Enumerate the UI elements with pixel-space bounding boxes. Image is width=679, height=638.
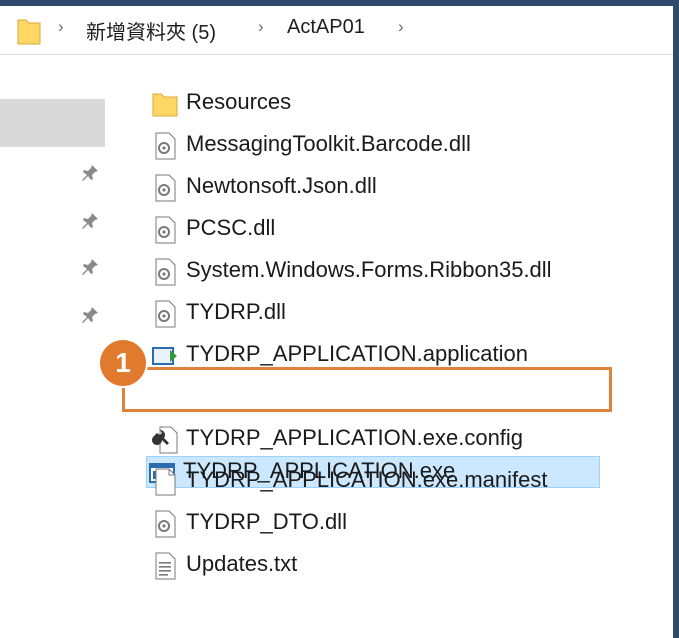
list-item[interactable]: TYDRP_DTO.dll xyxy=(150,504,608,542)
chevron-right-icon: › xyxy=(58,17,64,36)
nav-selected-item[interactable] xyxy=(0,99,105,147)
folder-icon xyxy=(152,93,178,117)
pin-icon[interactable] xyxy=(80,305,100,325)
list-item[interactable]: TYDRP_APPLICATION.exe.config xyxy=(150,420,608,458)
dll-icon xyxy=(155,174,176,202)
file-name: TYDRP_DTO.dll xyxy=(186,509,347,534)
file-name: TYDRP_APPLICATION.application xyxy=(186,341,528,366)
folder-icon xyxy=(17,19,41,45)
pin-icon[interactable] xyxy=(80,257,100,277)
address-bar[interactable]: › 新增資料夾 (5) › ActAP01 › xyxy=(0,6,673,55)
file-name: MessagingToolkit.Barcode.dll xyxy=(186,131,471,156)
navigation-pane xyxy=(0,55,110,638)
breadcrumb-item-folder[interactable]: 新增資料夾 (5) xyxy=(86,16,216,45)
list-item[interactable]: Newtonsoft.Json.dll xyxy=(150,168,608,206)
pin-icon[interactable] xyxy=(80,211,100,231)
dll-icon xyxy=(155,510,176,538)
chevron-right-icon[interactable]: › xyxy=(398,17,404,37)
file-name: PCSC.dll xyxy=(186,215,276,240)
file-name: Newtonsoft.Json.dll xyxy=(186,173,377,198)
list-item[interactable]: MessagingToolkit.Barcode.dll xyxy=(150,126,608,164)
config-icon xyxy=(152,426,178,454)
list-item[interactable]: TYDRP.dll xyxy=(150,294,608,332)
application-manifest-icon xyxy=(152,347,177,365)
list-item[interactable]: TYDRP_APPLICATION.exe.manifest xyxy=(150,462,608,500)
list-item[interactable]: Updates.txt xyxy=(150,546,608,584)
breadcrumb-item-current[interactable]: ActAP01 xyxy=(287,16,365,39)
file-explorer-window: › 新增資料夾 (5) › ActAP01 › Resources Messag… xyxy=(0,6,673,638)
pin-icon[interactable] xyxy=(80,163,100,183)
blank-file-icon xyxy=(155,468,176,496)
file-name: Updates.txt xyxy=(186,551,298,576)
file-name: TYDRP.dll xyxy=(186,299,286,324)
file-name: Resources xyxy=(186,89,292,114)
dll-icon xyxy=(155,258,176,286)
list-item[interactable]: System.Windows.Forms.Ribbon35.dll xyxy=(150,252,608,290)
file-name: TYDRP_APPLICATION.exe.manifest xyxy=(186,467,548,492)
text-file-icon xyxy=(155,552,176,580)
list-item[interactable]: Resources xyxy=(150,84,608,122)
step-number-badge: 1 xyxy=(100,340,146,386)
list-item[interactable]: PCSC.dll xyxy=(150,210,608,248)
dll-icon xyxy=(155,300,176,328)
file-name: System.Windows.Forms.Ribbon35.dll xyxy=(186,257,552,282)
chevron-right-icon: › xyxy=(258,17,264,36)
step-highlight-outline xyxy=(122,367,612,412)
dll-icon xyxy=(155,216,176,244)
dll-icon xyxy=(155,132,176,160)
file-name: TYDRP_APPLICATION.exe.config xyxy=(186,425,524,450)
